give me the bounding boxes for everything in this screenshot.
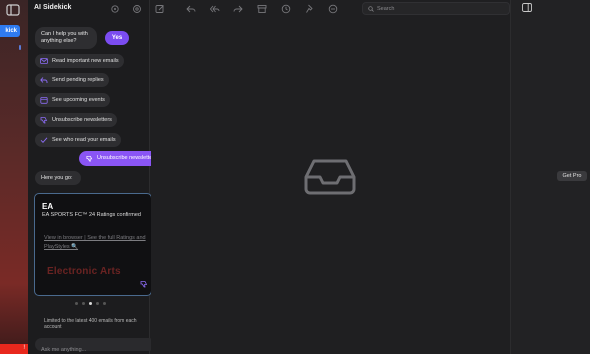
app-window: kick ! AI Sidekick Can I help you with a…: [0, 0, 590, 354]
suggestion-read-receipts[interactable]: See who read your emails: [35, 133, 121, 147]
suggestion-label: Unsubscribe newsletters: [52, 117, 112, 123]
assistant-reply: Here you go:: [35, 171, 81, 185]
rail-alert-bar[interactable]: !: [0, 344, 28, 354]
reply-icon[interactable]: [186, 4, 196, 14]
clock-icon[interactable]: [281, 4, 291, 14]
suggestion-label: See who read your emails: [52, 137, 116, 143]
ai-sidekick-panel: AI Sidekick Can I help you with anything…: [28, 0, 171, 354]
forward-icon[interactable]: [233, 4, 243, 14]
ask-box: [35, 338, 155, 354]
suggestion-send-replies[interactable]: Send pending replies: [35, 73, 109, 87]
suggestion-unsubscribe[interactable]: Unsubscribe newsletters: [35, 113, 117, 127]
carousel-dot[interactable]: [75, 302, 78, 305]
email-body-link[interactable]: View in browser | See the full Ratings a…: [44, 234, 151, 252]
calendar-icon: [40, 97, 48, 104]
rail-indicator: [19, 45, 21, 50]
search-icon: [368, 5, 374, 12]
carousel-dot[interactable]: [103, 302, 106, 305]
thumbs-down-icon[interactable]: [140, 280, 148, 288]
mail-toolbar: [104, 0, 510, 18]
pin-icon[interactable]: [305, 4, 315, 14]
reply-icon: [40, 77, 48, 83]
email-sender: EA: [42, 202, 54, 211]
search-box: [362, 2, 510, 15]
yes-button[interactable]: Yes: [105, 31, 129, 45]
sidekick-nav-button[interactable]: kick: [0, 25, 20, 37]
assistant-message: Can I help you with anything else?: [35, 27, 97, 49]
limit-note: Limited to the latest 400 emails from ea…: [44, 318, 137, 330]
compose-icon[interactable]: [155, 4, 165, 14]
carousel-dot-active[interactable]: [89, 302, 92, 305]
suggestion-label: See upcoming events: [52, 97, 105, 103]
thumbs-down-icon: [86, 155, 93, 162]
suggestion-read-emails[interactable]: Read important new emails: [35, 54, 124, 68]
right-panel: Get Pro: [510, 0, 590, 354]
user-message-text: Unsubscribe newsletters: [97, 155, 157, 161]
carousel-dots: [75, 302, 106, 305]
thumbs-down-icon: [40, 117, 48, 124]
carousel-dot[interactable]: [82, 302, 85, 305]
suggestion-label: Read important new emails: [52, 58, 119, 64]
suggestion-label: Send pending replies: [52, 77, 104, 83]
empty-inbox-icon: [304, 159, 356, 195]
alert-badge: !: [23, 345, 25, 351]
panel-title: AI Sidekick: [34, 4, 72, 11]
trash-icon[interactable]: [328, 4, 338, 14]
suggestion-upcoming-events[interactable]: See upcoming events: [35, 93, 110, 107]
email-preview-card[interactable]: EA EA SPORTS FC™ 24 Ratings confirmed Vi…: [34, 193, 152, 296]
check-icon: [40, 137, 48, 143]
email-brand-banner: Electronic Arts: [47, 266, 121, 277]
snooze-icon[interactable]: [132, 4, 142, 14]
get-pro-button[interactable]: Get Pro: [557, 171, 587, 181]
rail-bottom-info: [0, 332, 28, 342]
ask-input[interactable]: [35, 343, 155, 354]
mail-content-area: [151, 18, 510, 354]
archive-icon[interactable]: [257, 4, 267, 14]
search-input[interactable]: [377, 5, 497, 12]
left-rail: kick !: [0, 0, 28, 354]
envelope-icon: [40, 58, 48, 64]
carousel-dot[interactable]: [96, 302, 99, 305]
settings-icon[interactable]: [110, 4, 120, 14]
panel-toggle-icon[interactable]: [522, 3, 532, 12]
email-subject: EA SPORTS FC™ 24 Ratings confirmed: [42, 212, 141, 218]
sidebar-toggle-icon[interactable]: [6, 4, 20, 16]
reply-all-icon[interactable]: [210, 4, 220, 14]
